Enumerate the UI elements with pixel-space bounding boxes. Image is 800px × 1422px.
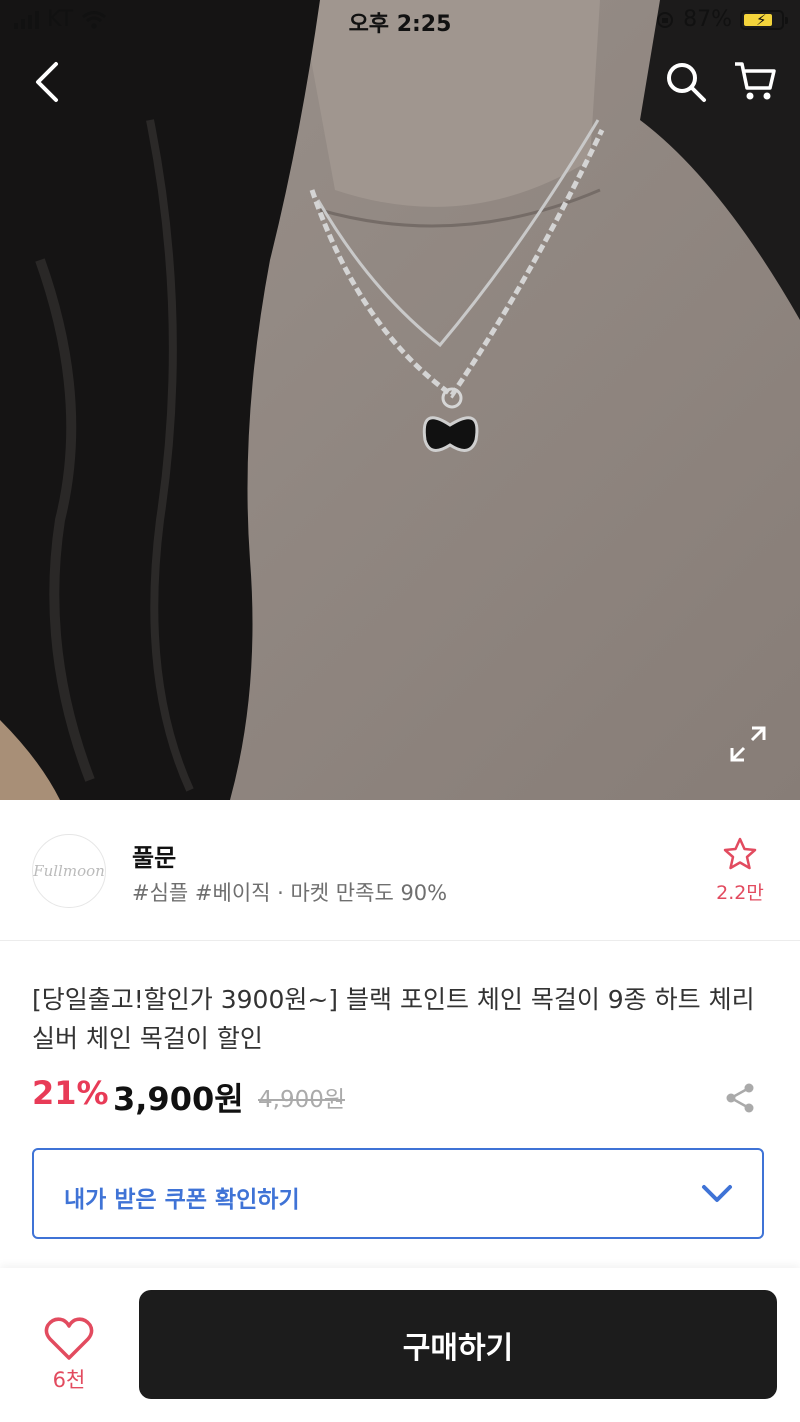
seller-name[interactable]: 풀문: [132, 838, 176, 873]
chevron-left-icon[interactable]: [28, 58, 68, 106]
status-bar: KT 오후 2:25 87% ⚡: [0, 0, 800, 40]
discount-rate: 21%: [32, 1074, 109, 1112]
like-count: 6천: [52, 1368, 86, 1392]
sale-price: 3,900원: [113, 1080, 244, 1118]
seller-favorite-count: 2.2만: [716, 882, 764, 904]
status-bar-right: 87% ⚡: [655, 7, 788, 32]
cart-icon[interactable]: [732, 58, 778, 104]
star-icon[interactable]: [722, 836, 758, 872]
coupon-label: 내가 받은 쿠폰 확인하기: [64, 1187, 300, 1213]
product-image[interactable]: KT 오후 2:25 87% ⚡: [0, 0, 800, 800]
chevron-down-icon: [702, 1185, 732, 1202]
battery-icon: ⚡: [740, 9, 788, 30]
heart-icon[interactable]: [44, 1316, 94, 1362]
battery-percent: 87%: [683, 7, 732, 32]
seller-logo-text: Fullmoon: [33, 862, 105, 880]
product-title: [당일출고!할인가 3900원~] 블랙 포인트 체인 목걸이 9종 하트 체리…: [32, 985, 755, 1053]
original-price: 4,900원: [258, 1087, 346, 1113]
buy-button[interactable]: 구매하기: [139, 1290, 777, 1399]
product-photo: [0, 0, 800, 800]
coupon-dropdown[interactable]: 내가 받은 쿠폰 확인하기: [32, 1148, 764, 1239]
bottom-action-bar: 6천 구매하기: [0, 1268, 800, 1422]
seller-logo[interactable]: Fullmoon: [32, 834, 106, 908]
seller-section[interactable]: Fullmoon 풀문 #심플 #베이직 · 마켓 만족도 90%: [0, 800, 800, 941]
seller-tags: #심플 #베이직 · 마켓 만족도 90%: [132, 881, 448, 905]
search-icon[interactable]: [664, 60, 708, 104]
orientation-lock-icon: [657, 11, 674, 28]
expand-icon[interactable]: [728, 724, 768, 764]
share-icon[interactable]: [722, 1080, 758, 1116]
